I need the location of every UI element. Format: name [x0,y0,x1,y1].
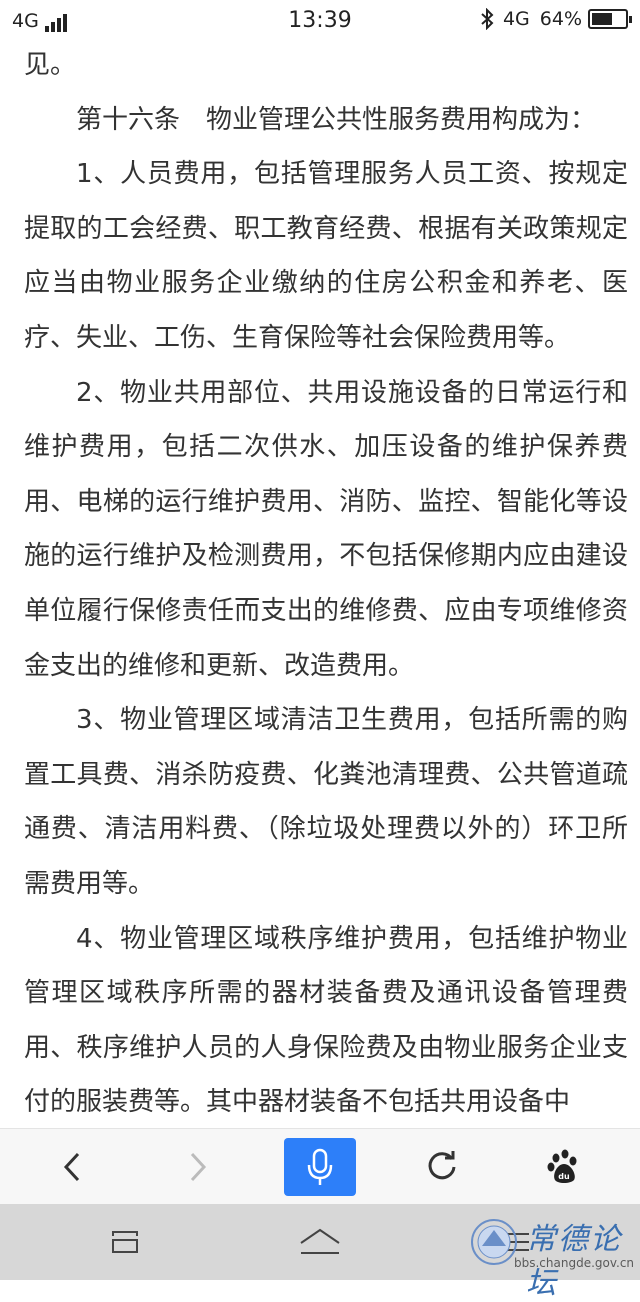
voice-search-button[interactable] [284,1138,356,1196]
battery-percent: 64% [539,8,582,30]
forum-watermark: 常德论坛 bbs.changde.gov.cn [468,1210,638,1301]
battery-fill [592,13,612,25]
bluetooth-icon [481,8,494,30]
baidu-button[interactable]: du [514,1129,614,1205]
forward-icon [190,1152,207,1182]
recent-apps-icon [112,1231,138,1253]
article-paragraph: 见。 [24,50,77,80]
refresh-button[interactable] [392,1129,492,1205]
article-paragraph: 1、人员费用，包括管理服务人员工资、按规定提取的工会经费、职工教育经费、根据有关… [24,159,628,353]
microphone-icon [307,1148,333,1185]
battery-icon [588,9,632,29]
browser-toolbar: du [0,1128,640,1205]
svg-text:du: du [558,1172,570,1181]
home-icon [300,1228,340,1254]
back-icon [63,1152,80,1182]
back-button[interactable] [22,1129,122,1205]
article-paragraph: 2、物业共用部位、共用设施设备的日常运行和维护费用，包括二次供水、加压设备的维护… [24,377,628,681]
home-button[interactable] [265,1204,375,1280]
article-content[interactable]: 见。 第十六条 物业管理公共性服务费用构成为： 1、人员费用，包括管理服务人员工… [0,38,640,1128]
refresh-icon [428,1151,456,1180]
forward-button[interactable] [148,1129,248,1205]
article-paragraph: 第十六条 物业管理公共性服务费用构成为： [76,104,597,135]
network-type-right: 4G [502,8,530,30]
forum-logo-icon [471,1219,517,1265]
article-paragraph: 4、物业管理区域秩序维护费用，包括维护物业管理区域秩序所需的器材装备费及通讯设备… [24,923,628,1118]
recent-apps-button[interactable] [70,1204,180,1280]
baidu-paw-icon: du [547,1149,577,1183]
article-paragraph: 3、物业管理区域清洁卫生费用，包括所需的购置工具费、消杀防疫费、化粪池清理费、公… [24,705,628,899]
status-right: 4G 64% [479,8,632,30]
watermark-url: bbs.changde.gov.cn [514,1256,635,1270]
